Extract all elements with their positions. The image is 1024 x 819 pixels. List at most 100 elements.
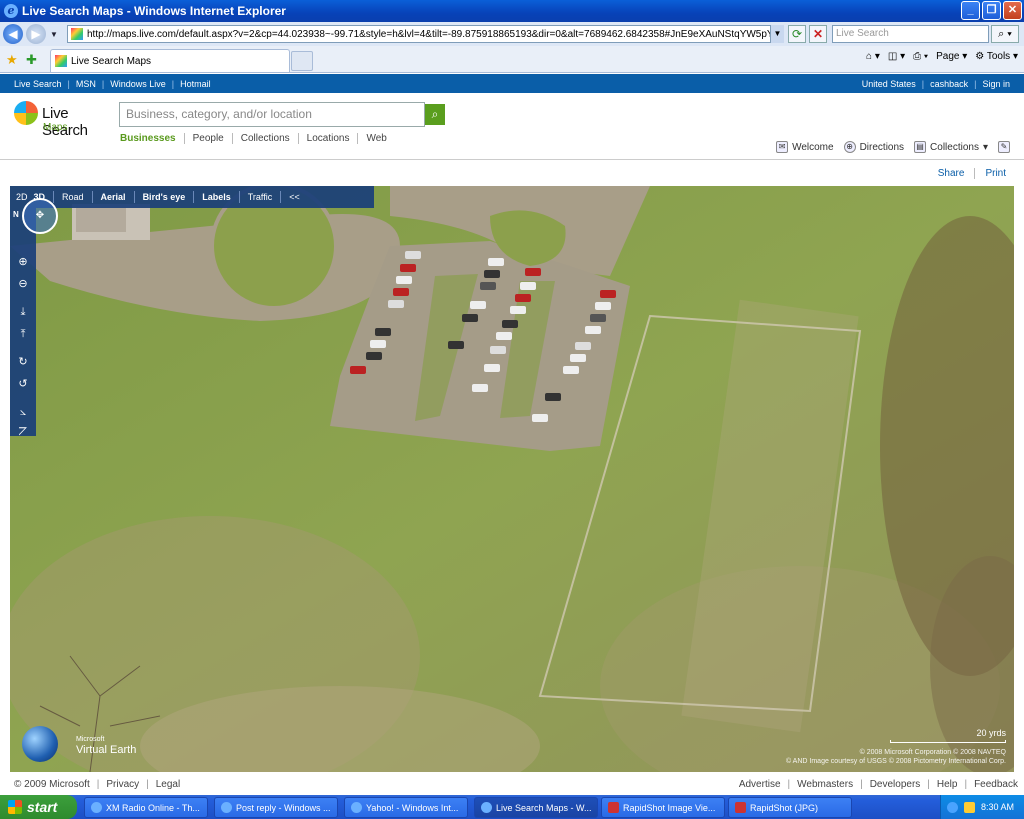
rotate-left-icon[interactable]: ↺ [15, 376, 31, 392]
scale-label: 20 yrds [976, 728, 1006, 738]
altitude-up-icon[interactable]: ⦣ [15, 404, 31, 420]
page-menu[interactable]: Page ▾ [936, 51, 967, 62]
history-dropdown-icon[interactable]: ▼ [50, 30, 58, 39]
footer-webmasters-link[interactable]: Webmasters [797, 779, 853, 790]
ie-icon [221, 802, 232, 813]
stop-button[interactable]: ✕ [809, 25, 827, 43]
edit-button[interactable]: ✎ [998, 141, 1010, 153]
welcome-label: Welcome [792, 141, 834, 153]
url-text: http://maps.live.com/default.aspx?v=2&cp… [87, 28, 784, 40]
nav-msn[interactable]: MSN [76, 79, 96, 89]
footer-help-link[interactable]: Help [937, 779, 958, 790]
ie-icon [481, 802, 492, 813]
network-icon[interactable] [946, 801, 958, 813]
directions-link[interactable]: ⊕ Directions [843, 141, 904, 153]
start-button[interactable]: start [0, 795, 77, 819]
clock: 8:30 AM [980, 802, 1014, 812]
taskbar-item[interactable]: RapidShot Image Vie... [601, 797, 725, 818]
collections-icon: ▤ [914, 141, 927, 153]
taskbar-item[interactable]: Post reply - Windows ... [214, 797, 338, 818]
zoom-in-icon[interactable]: ⊕ [15, 254, 31, 270]
rapidshot-icon [735, 802, 746, 813]
close-button[interactable]: ✕ [1003, 1, 1022, 20]
aerial-imagery [10, 186, 1014, 772]
tab-businesses[interactable]: Businesses [120, 133, 184, 144]
map-scale: 20 yrds [890, 728, 1006, 743]
live-search-maps-logo[interactable]: Live Search Maps [14, 101, 114, 139]
new-tab-button[interactable] [291, 51, 313, 71]
tab-people[interactable]: People [183, 133, 232, 144]
feeds-icon[interactable]: ◫ ▾ [888, 51, 905, 62]
tilt-up-icon[interactable]: ⤒ [15, 326, 31, 342]
map-view[interactable]: 2D 3D Road Aerial Bird's eye Labels Traf… [10, 186, 1014, 772]
tools-menu[interactable]: ⚙ Tools ▾ [975, 51, 1018, 62]
tab-locations[interactable]: Locations [297, 133, 358, 144]
nav-hotmail[interactable]: Hotmail [180, 79, 211, 89]
add-favorite-icon[interactable]: ✚ [26, 52, 37, 68]
minimize-button[interactable]: _ [961, 1, 980, 20]
tab-favicon-icon [55, 55, 67, 67]
rotate-right-icon[interactable]: ↻ [15, 354, 31, 370]
footer-privacy-link[interactable]: Privacy [106, 779, 139, 790]
windows-taskbar: start XM Radio Online - Th... Post reply… [0, 795, 1024, 819]
virtual-earth-logo: Microsoft Virtual Earth [22, 726, 136, 762]
nav-windows-live[interactable]: Windows Live [110, 79, 166, 89]
address-bar[interactable]: http://maps.live.com/default.aspx?v=2&cp… [67, 25, 784, 43]
back-button[interactable]: ◀ [3, 24, 23, 44]
top-navigation-right: United States | cashback | Sign in [861, 78, 1010, 89]
forward-button[interactable]: ▶ [26, 24, 46, 44]
browser-window: e Live Search Maps - Windows Internet Ex… [0, 0, 1024, 819]
birds-eye-button[interactable]: Bird's eye [133, 191, 194, 203]
footer-copyright: © 2009 Microsoft [14, 778, 90, 790]
home-icon[interactable]: ⌂ ▾ [866, 51, 880, 62]
address-toolbar: ◀ ▶ ▼ http://maps.live.com/default.aspx?… [0, 22, 1024, 46]
favorites-star-icon[interactable]: ★ [6, 52, 18, 68]
tab-web[interactable]: Web [357, 133, 394, 144]
nav-sign-in[interactable]: Sign in [982, 79, 1010, 89]
print-link[interactable]: Print [974, 168, 1016, 179]
print-icon[interactable]: ⎙ ▾ [913, 51, 928, 62]
tab-title: Live Search Maps [71, 55, 152, 67]
share-link[interactable]: Share [928, 168, 975, 179]
address-dropdown-icon[interactable]: ▼ [770, 25, 784, 43]
collections-menu[interactable]: ▤ Collections ▾ [914, 141, 988, 153]
footer-legal-link[interactable]: Legal [156, 779, 180, 790]
map-search-button[interactable]: ⌕ [425, 104, 445, 125]
traffic-button[interactable]: Traffic [238, 191, 281, 203]
road-button[interactable]: Road [53, 191, 92, 203]
taskbar-item-active[interactable]: Live Search Maps - W... [474, 797, 598, 818]
tab-live-search-maps[interactable]: Live Search Maps [50, 49, 290, 72]
collapse-toolbar-button[interactable]: << [280, 191, 308, 203]
labels-button[interactable]: Labels [193, 191, 239, 203]
tilt-down-icon[interactable]: ⤓ [15, 304, 31, 320]
tray-app-icon[interactable] [963, 801, 975, 813]
taskbar-item-label: Live Search Maps - W... [496, 802, 592, 813]
window-controls: _ ❐ ✕ [961, 1, 1022, 20]
search-button[interactable]: ⌕ ▾ [991, 25, 1019, 43]
footer-feedback-link[interactable]: Feedback [974, 779, 1018, 790]
footer-developers-link[interactable]: Developers [870, 779, 921, 790]
zoom-out-icon[interactable]: ⊖ [15, 276, 31, 292]
compass-pan-control[interactable]: ✥ [22, 198, 58, 234]
nav-cashback[interactable]: cashback [930, 79, 968, 89]
aerial-button[interactable]: Aerial [91, 191, 134, 203]
maximize-button[interactable]: ❐ [982, 1, 1001, 20]
taskbar-item[interactable]: Yahoo! - Windows Int... [344, 797, 468, 818]
nav-live-search[interactable]: Live Search [14, 79, 62, 89]
taskbar-item[interactable]: RapidShot (JPG) [728, 797, 852, 818]
welcome-link[interactable]: ✉ Welcome [776, 141, 834, 153]
nav-united-states[interactable]: United States [862, 79, 916, 89]
refresh-button[interactable]: ⟳ [788, 25, 806, 43]
live-search-input[interactable]: Live Search [832, 25, 989, 43]
tab-collections[interactable]: Collections [231, 133, 298, 144]
globe-icon [22, 726, 58, 762]
window-title: Live Search Maps - Windows Internet Expl… [22, 4, 286, 18]
map-search-input[interactable]: Business, category, and/or location [119, 102, 425, 127]
edit-icon: ✎ [998, 141, 1010, 153]
ve-brand-large: Virtual Earth [76, 744, 137, 756]
taskbar-item[interactable]: XM Radio Online - Th... [84, 797, 208, 818]
north-label: N [13, 210, 19, 219]
welcome-icon: ✉ [776, 141, 789, 153]
altitude-down-icon[interactable]: ⦢ [15, 424, 31, 440]
footer-advertise-link[interactable]: Advertise [739, 779, 781, 790]
